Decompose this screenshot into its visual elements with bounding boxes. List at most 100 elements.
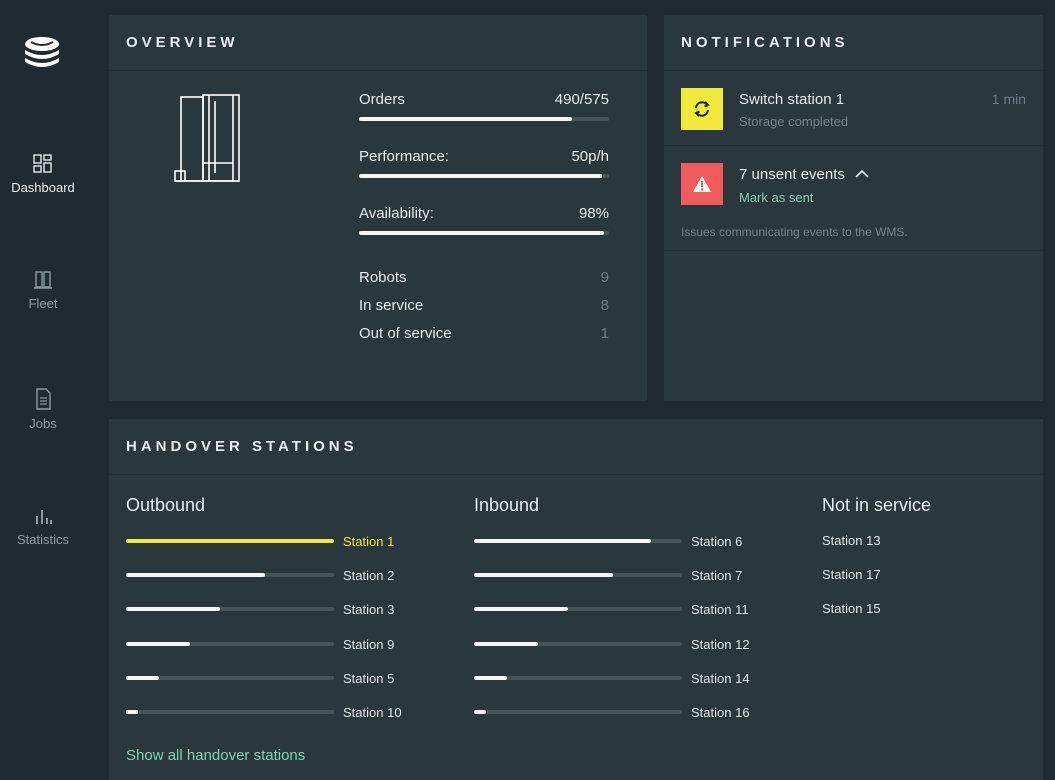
station-progress-bar (474, 710, 682, 714)
station-label: Station 6 (691, 533, 743, 549)
notification-description: Issues communicating events to the WMS. (681, 225, 908, 239)
warning-icon (693, 176, 711, 192)
station-progress-fill (474, 607, 568, 611)
station-progress-fill (126, 573, 266, 577)
mark-as-sent-link[interactable]: Mark as sent (739, 190, 813, 205)
metric-progress-fill (359, 174, 602, 178)
station-progress-bar (126, 607, 334, 611)
station-progress-fill (126, 539, 334, 543)
station-row-not-in-service[interactable]: Station 15 (822, 601, 881, 616)
notification-title[interactable]: 7 unsent events (739, 166, 869, 183)
station-label: Station 10 (343, 704, 402, 720)
station-progress-bar (474, 642, 682, 646)
station-label: Station 5 (343, 670, 395, 686)
metric-label: Availability: (359, 205, 434, 222)
station-progress-fill (474, 642, 539, 646)
station-label: Station 1 (343, 533, 395, 549)
station-label: Station 9 (343, 636, 395, 652)
metric-progress-bar (359, 117, 609, 121)
outbound-title: Outbound (126, 495, 206, 515)
metric-progress-bar (359, 174, 609, 178)
metric-value: 490/575 (554, 91, 609, 108)
robot-illustration-icon (174, 94, 240, 182)
station-row[interactable]: Station 14 (474, 670, 750, 686)
not-in-service-title: Not in service (822, 495, 932, 515)
notification-subtitle: Storage completed (739, 114, 849, 129)
notification-time: 1 min (991, 91, 1026, 107)
jobs-icon (36, 388, 51, 410)
handover-title: HANDOVER STATIONS (109, 419, 1043, 475)
metric-label: Orders (359, 91, 405, 108)
sidebar-item-jobs[interactable]: Jobs (0, 388, 86, 431)
station-row[interactable]: Station 7 (474, 567, 742, 583)
station-row-not-in-service[interactable]: Station 13 (822, 533, 881, 548)
stat-label: In service (359, 297, 424, 314)
station-progress-fill (474, 710, 487, 714)
notifications-card: NOTIFICATIONS Switch station 1 Storage c… (664, 15, 1043, 401)
stat-robots: Robots 9 (359, 269, 609, 286)
station-label: Station 7 (691, 567, 743, 583)
statistics-icon (36, 510, 52, 524)
station-label: Station 11 (691, 601, 749, 617)
notifications-title: NOTIFICATIONS (664, 15, 1043, 71)
station-row[interactable]: Station 11 (474, 601, 749, 617)
station-row[interactable]: Station 1 (126, 533, 394, 549)
station-progress-bar (126, 710, 334, 714)
sidebar-item-dashboard[interactable]: Dashboard (0, 154, 86, 195)
sidebar-item-label: Dashboard (11, 180, 75, 195)
handover-stations-card: HANDOVER STATIONS Outbound Inbound Not i… (109, 419, 1043, 780)
station-label: Station 12 (691, 636, 750, 652)
metric-value: 98% (578, 205, 609, 222)
station-progress-fill (474, 573, 614, 577)
stat-label: Robots (359, 269, 407, 286)
station-row[interactable]: Station 9 (126, 636, 394, 652)
sidebar-item-label: Jobs (29, 416, 57, 431)
overview-title: OVERVIEW (109, 15, 647, 71)
station-row[interactable]: Station 12 (474, 636, 750, 652)
stat-label: Out of service (359, 325, 452, 342)
stat-in-service: In service 8 (359, 297, 609, 314)
station-row[interactable]: Station 5 (126, 670, 394, 686)
station-row[interactable]: Station 2 (126, 567, 394, 583)
station-row[interactable]: Station 16 (474, 704, 750, 720)
inbound-title: Inbound (474, 495, 540, 515)
sidebar: Dashboard Fleet Jobs Statistics (0, 0, 86, 780)
station-progress-bar (126, 676, 334, 680)
metric-availability: Availability: 98% (359, 205, 609, 235)
metric-progress-fill (359, 117, 572, 121)
stat-value: 9 (600, 269, 609, 286)
notification-item[interactable]: Switch station 1 Storage completed 1 min (664, 71, 1043, 146)
station-progress-bar (126, 642, 334, 646)
station-label: Station 2 (343, 567, 395, 583)
metric-progress-fill (359, 231, 604, 235)
notification-icon-box (681, 88, 723, 130)
chevron-up-icon[interactable] (855, 169, 869, 179)
stat-value: 8 (600, 297, 609, 314)
notification-title-text: 7 unsent events (739, 166, 845, 183)
sidebar-item-fleet[interactable]: Fleet (0, 270, 86, 311)
sidebar-item-label: Fleet (28, 296, 58, 311)
station-progress-fill (126, 607, 220, 611)
notification-icon-box (681, 163, 723, 205)
sidebar-item-statistics[interactable]: Statistics (0, 506, 86, 547)
stat-out-of-service: Out of service 1 (359, 325, 609, 342)
metric-orders: Orders 490/575 (359, 91, 609, 121)
station-row[interactable]: Station 6 (474, 533, 742, 549)
show-all-handover-stations-link[interactable]: Show all handover stations (126, 747, 305, 764)
station-progress-bar (474, 539, 682, 543)
station-progress-bar (474, 607, 682, 611)
station-row[interactable]: Station 10 (126, 704, 402, 720)
station-progress-bar (126, 573, 334, 577)
overview-card: OVERVIEW Orders 490/575 Performance: 50p… (109, 15, 647, 401)
station-progress-fill (474, 676, 508, 680)
station-label: Station 16 (691, 704, 750, 720)
station-row-not-in-service[interactable]: Station 17 (822, 567, 881, 582)
notification-item: 7 unsent events Mark as sent Issues comm… (664, 146, 1043, 251)
metric-performance: Performance: 50p/h (359, 148, 609, 178)
notification-title: Switch station 1 (739, 91, 845, 108)
dashboard-icon (33, 154, 52, 173)
station-row[interactable]: Station 3 (126, 601, 394, 617)
sidebar-item-label: Statistics (16, 532, 69, 547)
sync-icon (694, 101, 710, 117)
logo-icon[interactable] (22, 34, 62, 74)
